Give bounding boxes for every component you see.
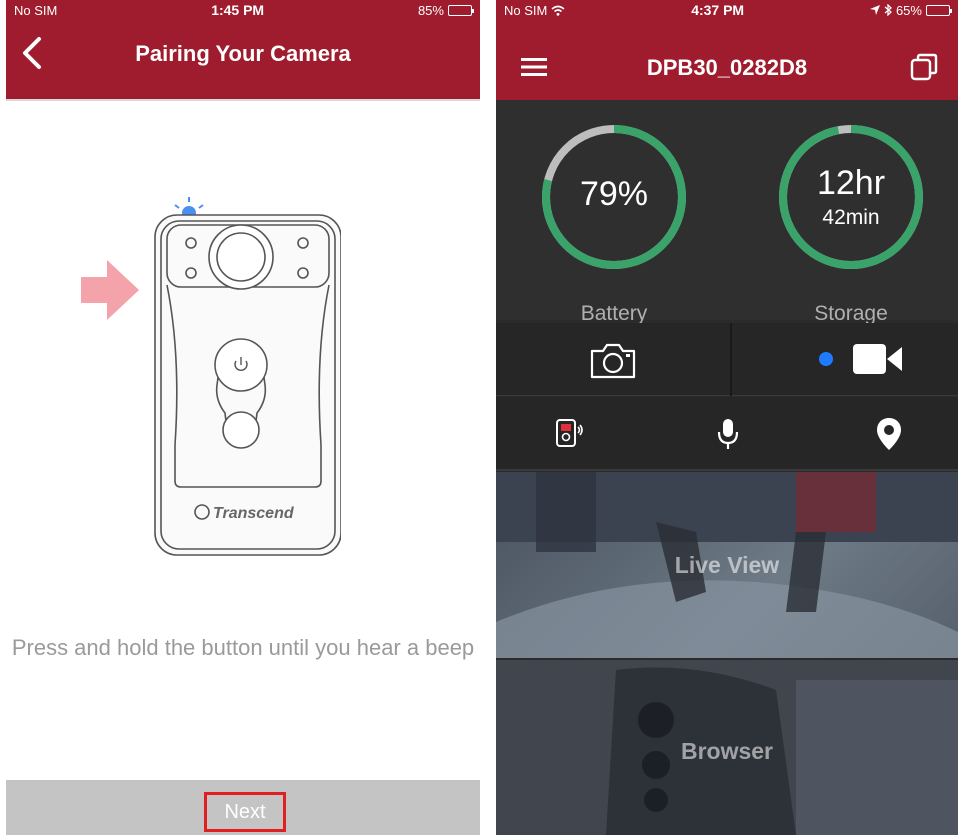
- video-record-icon[interactable]: [853, 342, 903, 376]
- bluetooth-icon: [884, 4, 892, 16]
- remote-control-icon[interactable]: [555, 418, 585, 448]
- carrier-label: No SIM: [14, 2, 58, 18]
- mode-divider: [730, 323, 732, 396]
- battery-gauge: 79% Battery: [539, 122, 689, 325]
- live-view-label: Live View: [674, 552, 780, 578]
- bottom-bar: Next: [6, 780, 480, 835]
- browser-panel[interactable]: Browser: [496, 660, 958, 835]
- storage-minutes: 42min: [822, 206, 880, 229]
- nav-bar: Pairing Your Camera: [6, 20, 480, 101]
- multi-device-icon[interactable]: [910, 53, 938, 81]
- status-bar: No SIM 4:37 PM 65%: [496, 0, 958, 20]
- device-name-title: DPB30_0282D8: [646, 55, 808, 80]
- camera-illustration: Transcend: [81, 197, 341, 556]
- carrier-label: No SIM: [504, 2, 548, 18]
- tool-row: [496, 397, 958, 471]
- snapshot-camera-icon[interactable]: [589, 342, 637, 380]
- carrier-status: No SIM: [504, 3, 565, 18]
- battery-percent: 65%: [895, 2, 922, 18]
- battery-percent: 85%: [417, 2, 444, 18]
- pairing-screen: No SIM 1:45 PM 85% Pairing Your Camera T…: [6, 0, 480, 835]
- live-view-panel[interactable]: Live View: [496, 472, 958, 658]
- status-bar: No SIM 1:45 PM 85%: [6, 0, 480, 20]
- battery-value: 79%: [579, 175, 649, 213]
- capture-mode-row: [496, 323, 958, 396]
- battery-icon: [447, 4, 474, 16]
- next-button[interactable]: Next: [204, 792, 286, 832]
- time-label: 1:45 PM: [211, 2, 265, 18]
- storage-gauge: 12hr 42min Storage: [776, 122, 926, 325]
- location-pin-icon[interactable]: [876, 417, 902, 451]
- wifi-icon: [551, 5, 565, 16]
- battery-status: 65%: [869, 2, 952, 18]
- nav-bar: DPB30_0282D8: [496, 20, 958, 100]
- battery-icon: [925, 4, 952, 16]
- instruction-text: Press and hold the button until you hear…: [11, 635, 475, 660]
- camera-dashboard-screen: No SIM 4:37 PM 65% DPB30_0282D8 79% Batt…: [496, 0, 958, 835]
- storage-hours: 12hr: [816, 164, 886, 202]
- location-arrow-icon: [869, 5, 880, 15]
- browser-label: Browser: [680, 738, 774, 764]
- pointing-arrow-icon: [81, 260, 139, 320]
- battery-status: 85%: [417, 2, 474, 18]
- recording-indicator-icon: [819, 352, 833, 366]
- body-camera-drawing: [154, 214, 341, 556]
- brand-logo: Transcend: [213, 505, 295, 522]
- microphone-icon[interactable]: [716, 417, 740, 451]
- page-title: Pairing Your Camera: [135, 41, 351, 66]
- time-label: 4:37 PM: [691, 2, 745, 18]
- status-gauges: 79% Battery 12hr 42min Storage: [496, 100, 958, 325]
